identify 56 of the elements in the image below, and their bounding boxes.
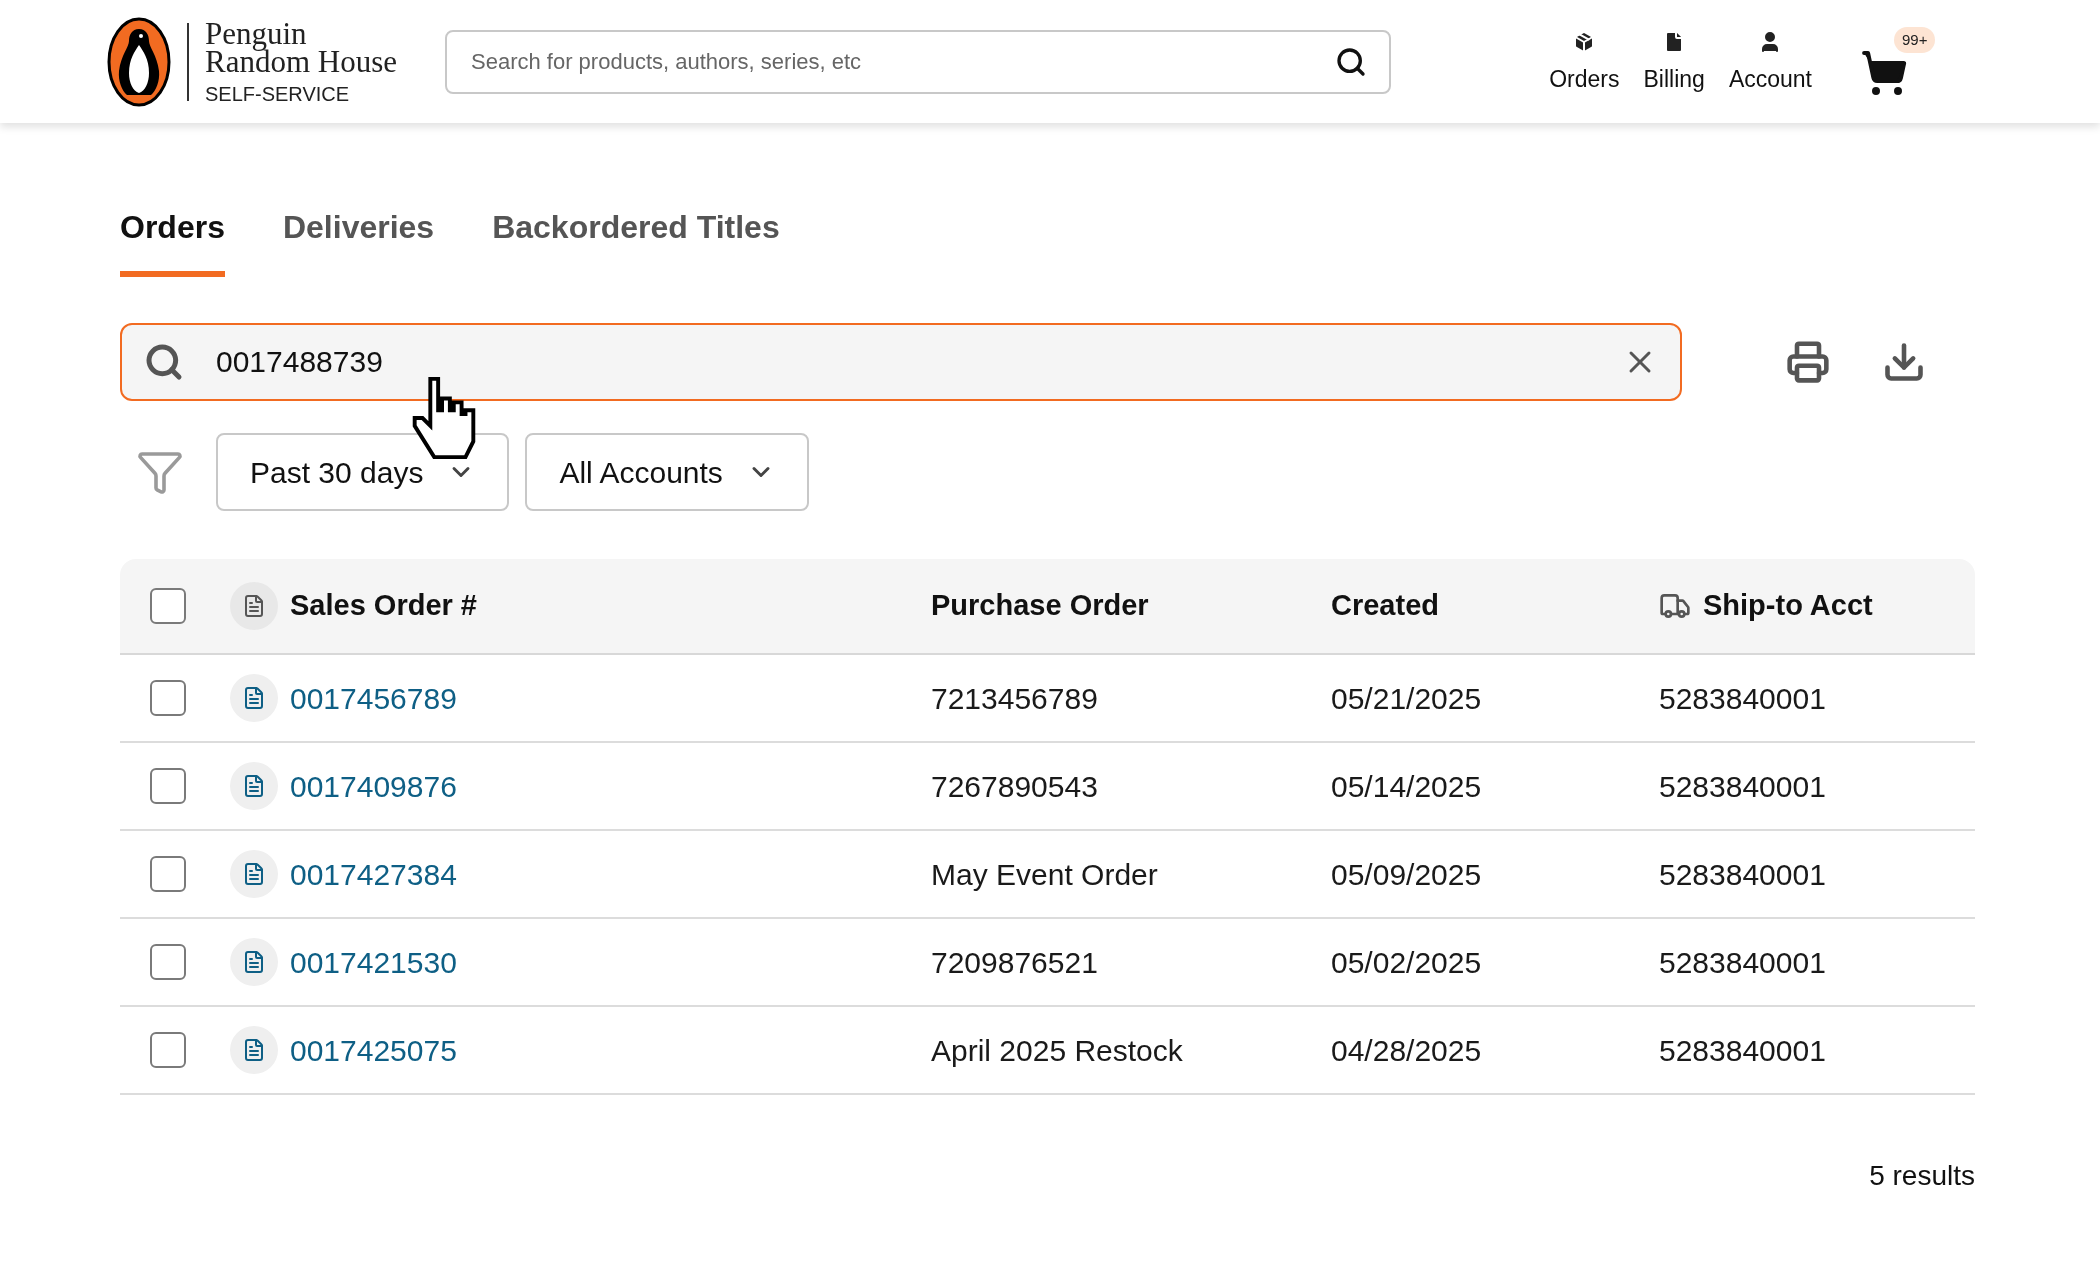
sales-order-link[interactable]: 0017421530: [290, 945, 457, 979]
table-cell: 05/02/2025: [1331, 945, 1482, 979]
table-cell: 5283840001: [1659, 681, 1826, 715]
table-cell: 7209876521: [931, 945, 1098, 979]
document-icon: [242, 1038, 266, 1062]
column-header: Ship-to Acct: [1703, 588, 1873, 624]
table-cell: 7267890543: [931, 769, 1098, 803]
column-header: Sales Order #: [290, 588, 477, 624]
search-icon: [144, 342, 184, 382]
print-icon[interactable]: [1786, 340, 1830, 384]
table-cell: 5283840001: [1659, 1033, 1826, 1067]
document-icon: [242, 686, 266, 710]
download-icon[interactable]: [1882, 340, 1926, 384]
column-header: Purchase Order: [931, 588, 1149, 624]
table-cell: 5283840001: [1659, 857, 1826, 891]
table-cell: 7213456789: [931, 681, 1098, 715]
tab[interactable]: Orders: [120, 203, 225, 277]
row-checkbox[interactable]: [150, 1032, 186, 1068]
select-all-checkbox[interactable]: [150, 588, 186, 624]
table-cell: 05/21/2025: [1331, 681, 1482, 715]
row-checkbox[interactable]: [150, 680, 186, 716]
sales-order-link[interactable]: 0017425075: [290, 1033, 457, 1067]
penguin-logo-icon: [107, 16, 171, 107]
document-icon: [242, 950, 266, 974]
sales-order-link[interactable]: 0017409876: [290, 769, 457, 803]
table-cell: 5283840001: [1659, 769, 1826, 803]
table-cell: 5283840001: [1659, 945, 1826, 979]
cart-icon[interactable]: [1860, 48, 1908, 97]
nav-link[interactable]: Account: [1728, 30, 1812, 97]
sales-order-link[interactable]: 0017427384: [290, 857, 457, 891]
nav-link[interactable]: Billing: [1643, 30, 1705, 97]
row-checkbox[interactable]: [150, 944, 186, 980]
brand-subtitle: SELF-SERVICE: [205, 83, 351, 104]
search-icon[interactable]: [1335, 45, 1367, 78]
brand-name: Penguin Random House: [205, 19, 397, 76]
cart-count-badge: 99+: [1894, 26, 1936, 53]
filter-dropdown[interactable]: All Accounts: [525, 433, 809, 511]
document-icon: [242, 594, 266, 618]
order-search-field[interactable]: 0017488739: [120, 323, 1682, 401]
row-checkbox[interactable]: [150, 856, 186, 892]
sales-order-link[interactable]: 0017456789: [290, 681, 457, 715]
table-cell: 05/09/2025: [1331, 857, 1482, 891]
document-icon: [242, 774, 266, 798]
table-cell: 04/28/2025: [1331, 1033, 1482, 1067]
site-search-field[interactable]: Search for products, authors, series, etc: [445, 29, 1391, 94]
hand-pointer-icon: [410, 375, 478, 461]
nav-link[interactable]: Orders: [1549, 30, 1620, 97]
row-checkbox[interactable]: [150, 768, 186, 804]
tab[interactable]: Backordered Titles: [492, 203, 780, 277]
column-header: Created: [1331, 588, 1439, 624]
tab[interactable]: Deliveries: [282, 203, 435, 277]
table-cell: May Event Order: [931, 857, 1158, 891]
results-count: 5 results: [1869, 1159, 1975, 1193]
table-cell: 05/14/2025: [1331, 769, 1482, 803]
document-icon: [242, 862, 266, 886]
table-cell: April 2025 Restock: [931, 1033, 1183, 1067]
